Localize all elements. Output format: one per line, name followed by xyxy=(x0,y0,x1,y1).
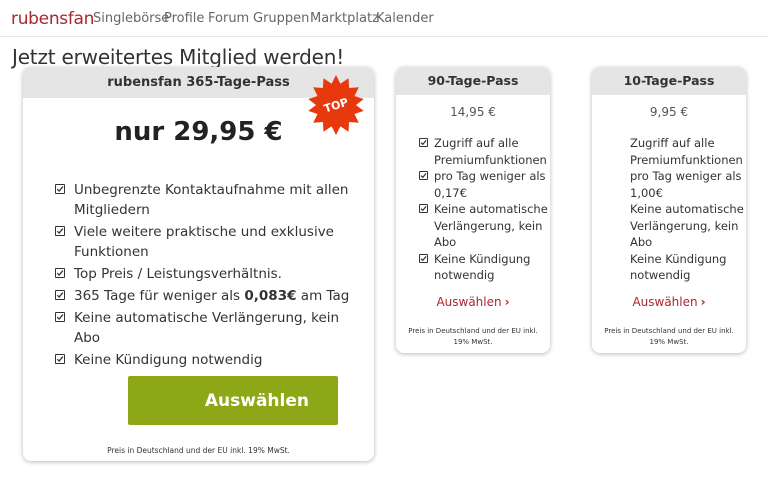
chevron-right-icon: › xyxy=(504,295,510,309)
plan-title: 90-Tage-Pass xyxy=(396,67,550,95)
plan-price: 14,95 € xyxy=(450,105,496,119)
feature-text: am Tag xyxy=(296,288,350,304)
plan-card-10: 10-Tage-Pass 9,95 € Zugriff auf alle Pre… xyxy=(592,67,746,353)
feature-text: 365 Tage für weniger als xyxy=(74,288,245,304)
feature-item: Keine Kündigung notwendig xyxy=(55,350,355,370)
feature-item: Keine automatische Verlängerung, kein Ab… xyxy=(55,308,355,348)
checkbox-checked-icon xyxy=(419,204,428,213)
tax-note-line: 19% MwSt. xyxy=(453,337,493,346)
nav-item-singleboerse[interactable]: Singlebörse xyxy=(93,11,169,26)
feature-text: Keine automatische Verlängerung, kein Ab… xyxy=(74,310,340,346)
feature-text: Keine Kündigung notwendig xyxy=(434,251,531,283)
feature-text: Unbegrenzte Kontaktaufnahme mit allen Mi… xyxy=(74,182,349,218)
feature-text: Zugriff auf alle Premiumfunktionen xyxy=(434,136,547,167)
page-title: Jetzt erweitertes Mitglied werden! xyxy=(12,45,345,70)
feature-text: Keine Kündigung notwendig xyxy=(74,352,263,368)
nav-item-kalender[interactable]: Kalender xyxy=(376,11,434,26)
select-link-label[interactable]: Auswählen xyxy=(632,295,697,309)
checkbox-checked-icon xyxy=(55,226,65,236)
select-365-button[interactable]: Auswählen xyxy=(128,376,338,425)
tax-note-line: Preis in Deutschland und der EU inkl. xyxy=(604,327,734,335)
checkbox-checked-icon xyxy=(55,354,65,364)
checkbox-checked-icon xyxy=(55,184,65,194)
plan-price: 9,95 € xyxy=(649,105,689,119)
feature-item: Keine Kündigung notwendig xyxy=(419,251,549,284)
feature-highlight: 0,083€ xyxy=(244,288,297,304)
feature-list: Zugriff auf alle Premiumfunktionen pro T… xyxy=(615,135,745,284)
nav-item-profile[interactable]: Profile xyxy=(164,11,204,26)
feature-text: Keine automatische Verlängerung, kein Ab… xyxy=(434,202,548,249)
feature-item: Viele weitere praktische und exklusive F… xyxy=(55,222,355,262)
feature-text: Top Preis / Leistungsverhältnis. xyxy=(74,266,282,282)
feature-item: pro Tag weniger als 0,17€ xyxy=(419,168,549,201)
feature-item: Top Preis / Leistungsverhältnis. xyxy=(55,264,355,284)
tax-note: Preis in Deutschland und der EU inkl. 19%… xyxy=(400,326,546,347)
feature-list: Unbegrenzte Kontaktaufnahme mit allen Mi… xyxy=(55,180,355,372)
site-logo[interactable]: rubensfan xyxy=(11,9,94,29)
select-link-label[interactable]: Auswählen xyxy=(436,295,501,309)
nav-item-gruppen[interactable]: Gruppen xyxy=(253,11,309,26)
chevron-right-icon: › xyxy=(700,295,706,309)
top-navigation: rubensfan Singlebörse Profile Forum Grup… xyxy=(0,0,768,37)
nav-item-marktplatz[interactable]: Marktplatz xyxy=(310,11,379,26)
top-badge-icon: TOP xyxy=(305,74,367,136)
checkbox-checked-icon xyxy=(55,290,65,300)
select-10-link[interactable]: Auswählen › xyxy=(592,295,746,309)
feature-item: pro Tag weniger als 1,00€ xyxy=(630,169,742,200)
feature-item: Zugriff auf alle Premiumfunktionen xyxy=(630,136,743,167)
checkbox-checked-icon xyxy=(419,253,428,263)
feature-item: 365 Tage für weniger als 0,083€ am Tag xyxy=(55,286,355,306)
checkbox-checked-icon xyxy=(419,171,428,180)
feature-text: pro Tag weniger als 0,17€ xyxy=(434,169,546,200)
checkbox-checked-icon xyxy=(55,268,65,278)
plan-title: 10-Tage-Pass xyxy=(592,67,746,95)
feature-item: Keine automatische Verlängerung, kein Ab… xyxy=(630,202,744,249)
nav-item-forum[interactable]: Forum xyxy=(208,11,249,26)
tax-note-line: 19% MwSt. xyxy=(649,337,689,346)
feature-text: Viele weitere praktische und exklusive F… xyxy=(74,224,334,260)
feature-item: Zugriff auf alle Premiumfunktionen xyxy=(419,135,549,168)
tax-note-line: Preis in Deutschland und der EU inkl. xyxy=(408,327,538,335)
feature-item: Keine automatische Verlängerung, kein Ab… xyxy=(419,201,549,251)
checkbox-checked-icon xyxy=(55,312,65,322)
plan-card-90: 90-Tage-Pass 14,95 € Zugriff auf alle Pr… xyxy=(396,67,550,353)
tax-note: Preis in Deutschland und der EU inkl. 19… xyxy=(107,446,290,455)
feature-item: Unbegrenzte Kontaktaufnahme mit allen Mi… xyxy=(55,180,355,220)
select-90-link[interactable]: Auswählen › xyxy=(396,295,550,309)
tax-note: Preis in Deutschland und der EU inkl. 19%… xyxy=(596,326,742,347)
feature-list: Zugriff auf alle Premiumfunktionen pro T… xyxy=(419,135,549,284)
checkbox-checked-icon xyxy=(419,138,428,147)
feature-item: Keine Kündigung notwendig xyxy=(630,251,727,283)
